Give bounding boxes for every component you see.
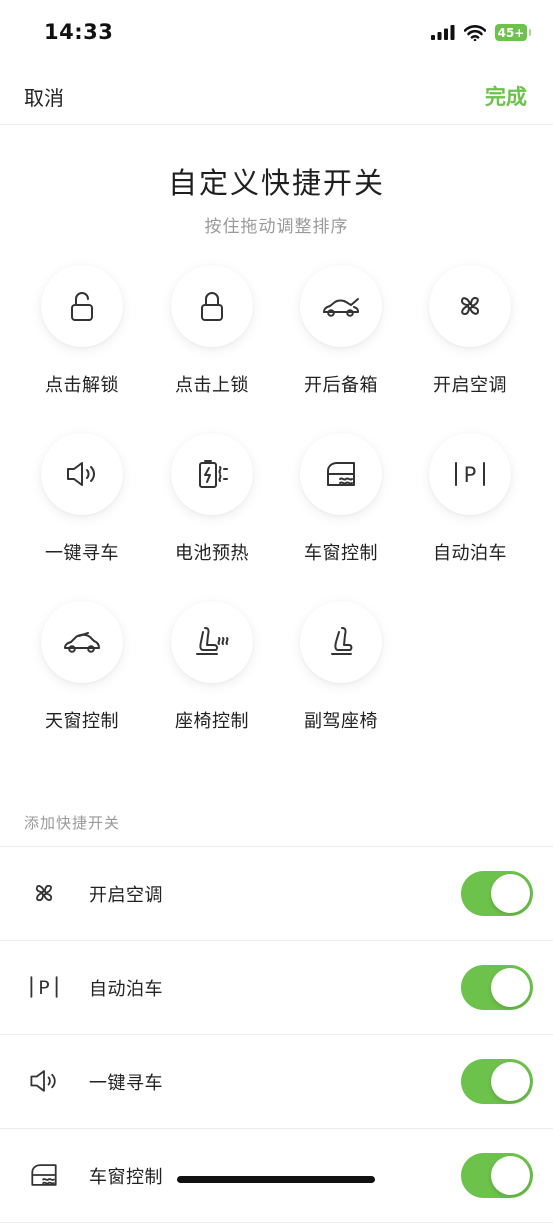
toggle-knob	[491, 968, 530, 1007]
shortcut-icon-circle	[171, 601, 253, 683]
shortcut-battery-preheat[interactable]: 电池预热	[146, 433, 278, 583]
window-icon	[31, 1164, 57, 1186]
row-label: 车窗控制	[89, 1167, 163, 1188]
row-icon	[26, 875, 62, 911]
svg-text:P: P	[464, 463, 477, 487]
shortcut-icon-circle	[41, 601, 123, 683]
toggle-switch[interactable]	[461, 965, 533, 1010]
shortcut-icon-circle	[41, 433, 123, 515]
shortcut-window[interactable]: 车窗控制	[275, 433, 407, 583]
shortcut-trunk[interactable]: 开后备箱	[275, 265, 407, 415]
seat-heat-icon	[196, 627, 229, 655]
shortcut-ac[interactable]: 开启空调	[404, 265, 536, 415]
add-section-header: 添加快捷开关	[24, 814, 121, 832]
cancel-button[interactable]: 取消	[24, 82, 64, 111]
parking-icon: P	[30, 976, 58, 999]
shortcut-label: 自动泊车	[433, 543, 507, 564]
shortcut-unlock[interactable]: 点击解锁	[16, 265, 148, 415]
shortcut-sunroof[interactable]: 天窗控制	[16, 601, 148, 751]
shortcut-label: 一键寻车	[45, 543, 119, 564]
shortcut-label: 点击上锁	[175, 375, 249, 396]
seat-icon	[331, 627, 353, 655]
battery-heat-icon	[199, 460, 228, 488]
shortcut-icon-circle	[429, 265, 511, 347]
fan-icon	[461, 297, 479, 315]
nav-bar: 取消 完成	[0, 70, 553, 125]
shortcut-icon-circle	[171, 265, 253, 347]
horn-icon	[30, 1070, 56, 1092]
list-item-find-car: 一键寻车	[0, 1035, 553, 1129]
status-time: 14:33	[44, 20, 114, 44]
toggle-knob	[491, 874, 530, 913]
row-label: 一键寻车	[89, 1073, 163, 1094]
shortcut-auto-park[interactable]: P 自动泊车	[404, 433, 536, 583]
row-label: 自动泊车	[89, 979, 163, 1000]
shortcut-label: 开后备箱	[304, 375, 378, 396]
shortcut-lock[interactable]: 点击上锁	[146, 265, 278, 415]
lock-icon	[201, 292, 223, 321]
shortcut-icon-circle	[41, 265, 123, 347]
toggle-knob	[491, 1156, 530, 1195]
page-subtitle: 按住拖动调整排序	[204, 217, 349, 237]
status-bar: 14:33 45+	[0, 0, 553, 70]
wifi-icon	[464, 24, 486, 41]
unlock-icon	[71, 292, 93, 321]
row-icon	[26, 1063, 62, 1099]
cellular-signal-icon	[431, 25, 455, 40]
svg-text:P: P	[38, 977, 49, 999]
shortcut-icon-circle: P	[429, 433, 511, 515]
page-title: 自定义快捷开关	[167, 166, 385, 200]
sunroof-icon	[64, 632, 100, 653]
shortcut-icon-circle	[300, 433, 382, 515]
list-item-auto-park: P 自动泊车	[0, 941, 553, 1035]
parking-icon: P	[455, 462, 485, 487]
shortcut-label: 副驾座椅	[304, 711, 378, 732]
toggle-knob	[491, 1062, 530, 1101]
shortcut-label: 电池预热	[175, 543, 249, 564]
home-indicator[interactable]	[177, 1176, 375, 1183]
shortcut-label: 天窗控制	[45, 711, 119, 732]
shortcut-find-car[interactable]: 一键寻车	[16, 433, 148, 583]
status-indicators: 45+	[431, 24, 531, 41]
add-shortcut-list: 开启空调 P 自动泊车 一键寻车 车窗控制	[0, 846, 553, 1223]
row-icon: P	[26, 969, 62, 1005]
toggle-switch[interactable]	[461, 871, 533, 916]
toggle-switch[interactable]	[461, 1153, 533, 1198]
shortcut-label: 点击解锁	[45, 375, 119, 396]
window-icon	[327, 462, 355, 486]
shortcut-label: 开启空调	[433, 375, 507, 396]
shortcut-label: 座椅控制	[175, 711, 249, 732]
done-button[interactable]: 完成	[485, 81, 527, 111]
toggle-switch[interactable]	[461, 1059, 533, 1104]
trunk-open-icon	[323, 298, 359, 317]
fan-icon	[35, 884, 53, 902]
shortcut-passenger-seat[interactable]: 副驾座椅	[275, 601, 407, 751]
shortcut-icon-circle	[300, 265, 382, 347]
shortcut-icon-circle	[171, 433, 253, 515]
battery-indicator: 45+	[495, 24, 531, 41]
shortcut-label: 车窗控制	[304, 543, 378, 564]
list-item-ac: 开启空调	[0, 847, 553, 941]
shortcut-icon-circle	[300, 601, 382, 683]
row-icon	[26, 1157, 62, 1193]
horn-icon	[67, 462, 95, 486]
shortcut-seat-control[interactable]: 座椅控制	[146, 601, 278, 751]
row-label: 开启空调	[89, 885, 163, 906]
